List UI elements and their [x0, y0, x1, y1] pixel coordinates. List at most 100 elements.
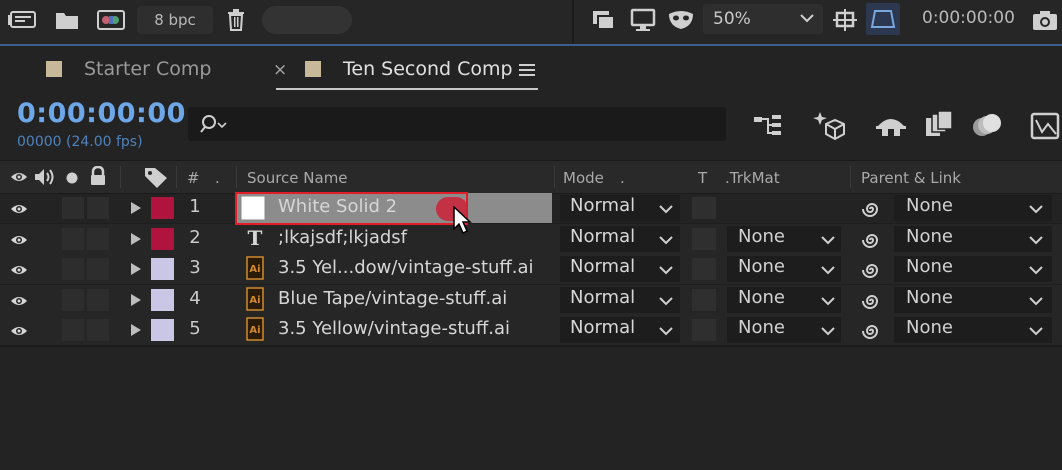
layer-row[interactable]: 2 T ;lkajsdf;lkjadsf Normal None None — [0, 223, 1062, 255]
chevron-down-icon — [1028, 234, 1044, 246]
shy-layers-icon[interactable] — [874, 110, 908, 140]
trash-icon[interactable] — [224, 6, 248, 34]
expand-arrow-icon[interactable] — [130, 323, 142, 337]
frame-blending-icon[interactable] — [922, 110, 956, 140]
column-mode[interactable]: Mode — [563, 169, 604, 187]
solo-toggle[interactable] — [62, 288, 84, 311]
parent-pick-whip-icon[interactable] — [860, 320, 882, 342]
label-tag-icon[interactable] — [143, 166, 169, 188]
lock-toggle[interactable] — [87, 227, 109, 250]
column-source-name[interactable]: Source Name — [247, 169, 348, 187]
layer-name[interactable]: Blue Tape/vintage-stuff.ai — [278, 288, 507, 309]
lock-toggle[interactable] — [87, 258, 109, 281]
column-trkmat[interactable]: .TrkMat — [725, 169, 780, 187]
layer-search-input[interactable] — [188, 107, 726, 141]
svg-text:Ai: Ai — [249, 264, 260, 275]
motion-blur-icon[interactable] — [970, 110, 1004, 140]
lock-toggle[interactable] — [87, 319, 109, 342]
monitor-icon[interactable] — [628, 6, 658, 34]
blend-mode-dropdown[interactable]: Normal — [560, 195, 680, 221]
parent-dropdown[interactable]: None — [894, 256, 1052, 283]
eye-icon[interactable] — [10, 170, 28, 184]
expand-arrow-icon[interactable] — [130, 262, 142, 276]
blend-mode-dropdown[interactable]: Normal — [560, 256, 680, 283]
lock-toggle[interactable] — [87, 288, 109, 311]
blend-mode-dropdown[interactable]: Normal — [560, 317, 680, 344]
blend-mode-value: Normal — [570, 286, 636, 308]
trkmat-dropdown[interactable]: None — [727, 225, 841, 252]
parent-dropdown[interactable]: None — [894, 317, 1052, 344]
preserve-transparency-toggle[interactable] — [692, 288, 716, 311]
solo-toggle[interactable] — [62, 319, 84, 342]
expand-arrow-icon[interactable] — [130, 232, 142, 246]
layer-name[interactable]: 3.5 Yel...dow/vintage-stuff.ai — [278, 257, 534, 278]
eye-icon[interactable] — [10, 263, 28, 277]
tab-starter-comp[interactable]: Starter Comp — [84, 58, 211, 80]
new-composition-icon[interactable] — [94, 6, 128, 34]
magnification-dropdown[interactable]: 50% — [703, 4, 823, 34]
bit-depth-button[interactable]: 8 bpc — [137, 6, 213, 34]
lock-toggle[interactable] — [87, 197, 109, 219]
tab-ten-second-comp[interactable]: Ten Second Comp — [343, 58, 513, 80]
parent-dropdown[interactable]: None — [894, 225, 1052, 252]
preserve-transparency-toggle[interactable] — [692, 227, 716, 250]
close-icon[interactable]: × — [273, 60, 287, 80]
camera-icon[interactable] — [1030, 6, 1060, 34]
eye-icon[interactable] — [10, 202, 28, 216]
layer-name[interactable]: ;lkajsdf;lkjadsf — [278, 227, 407, 248]
column-number[interactable]: # — [187, 169, 200, 187]
expand-arrow-icon[interactable] — [130, 293, 142, 307]
lock-icon[interactable] — [89, 166, 107, 186]
interpret-footage-icon[interactable] — [6, 6, 40, 34]
layer-row[interactable]: 1 White Solid 2 Normal None — [0, 193, 1062, 224]
graph-editor-icon[interactable] — [1030, 110, 1062, 142]
solo-toggle[interactable] — [62, 227, 84, 250]
parent-pick-whip-icon[interactable] — [860, 259, 882, 281]
tab-starter-comp-swatch — [46, 61, 62, 77]
speaker-icon[interactable] — [33, 167, 57, 187]
solo-toggle[interactable] — [62, 258, 84, 281]
column-t[interactable]: T — [698, 169, 707, 187]
eye-icon[interactable] — [10, 324, 28, 338]
label-color-swatch[interactable] — [151, 227, 174, 250]
parent-dropdown[interactable]: None — [894, 195, 1052, 221]
mask-visibility-icon[interactable] — [665, 6, 697, 34]
label-color-swatch[interactable] — [151, 197, 174, 219]
solo-toggle[interactable] — [62, 197, 84, 219]
parent-pick-whip-icon[interactable] — [860, 229, 882, 251]
draft-3d-icon[interactable] — [812, 110, 846, 142]
expand-arrow-icon[interactable] — [130, 201, 142, 215]
folder-icon[interactable] — [52, 6, 82, 34]
solo-icon[interactable] — [65, 171, 79, 185]
layer-row[interactable]: 4 Ai Blue Tape/vintage-stuff.ai Normal None N… — [0, 284, 1062, 316]
layer-row[interactable]: 5 Ai 3.5 Yellow/vintage-stuff.ai Normal None… — [0, 315, 1062, 347]
trkmat-dropdown[interactable]: None — [727, 286, 841, 313]
layer-row[interactable]: 3 Ai 3.5 Yel...dow/vintage-stuff.ai Normal N… — [0, 254, 1062, 286]
composition-flowchart-icon[interactable] — [752, 110, 786, 140]
parent-dropdown[interactable]: None — [894, 286, 1052, 313]
comp-current-time[interactable]: 0:00:00:00 — [17, 98, 186, 129]
label-color-swatch[interactable] — [151, 258, 174, 281]
panel-menu-icon[interactable] — [518, 62, 536, 78]
parent-pick-whip-icon[interactable] — [860, 198, 882, 220]
layer-number: 2 — [189, 226, 201, 248]
eye-icon[interactable] — [10, 294, 28, 308]
blend-mode-dropdown[interactable]: Normal — [560, 225, 680, 252]
label-color-swatch[interactable] — [151, 319, 174, 342]
eye-icon[interactable] — [10, 233, 28, 247]
snapshot-icon[interactable] — [588, 6, 618, 34]
current-time-display[interactable]: 0:00:00:00 — [922, 8, 1015, 28]
column-parent-link[interactable]: Parent & Link — [861, 169, 961, 187]
preserve-transparency-toggle[interactable] — [692, 258, 716, 281]
layer-name[interactable]: 3.5 Yellow/vintage-stuff.ai — [278, 318, 510, 339]
trkmat-dropdown[interactable]: None — [727, 256, 841, 283]
region-of-interest-icon[interactable] — [866, 3, 900, 35]
parent-pick-whip-icon[interactable] — [860, 290, 882, 312]
resolution-icon[interactable] — [830, 6, 860, 34]
preserve-transparency-toggle[interactable] — [692, 197, 716, 219]
label-color-swatch[interactable] — [151, 288, 174, 311]
blend-mode-dropdown[interactable]: Normal — [560, 286, 680, 313]
preserve-transparency-toggle[interactable] — [692, 319, 716, 342]
trkmat-dropdown[interactable]: None — [727, 317, 841, 344]
chevron-down-icon — [820, 295, 836, 307]
